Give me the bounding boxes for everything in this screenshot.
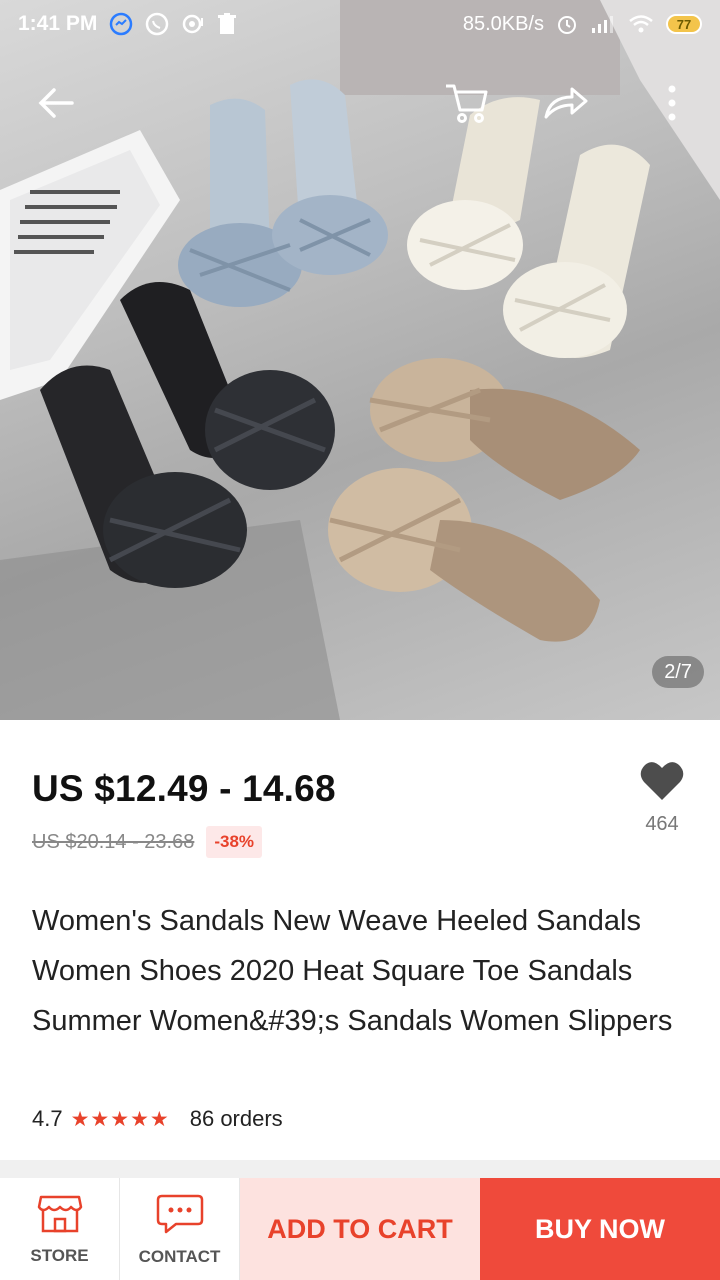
- trash-icon: [217, 12, 237, 36]
- section-divider: [0, 1160, 720, 1178]
- status-bar: 1:41 PM 85.0KB/s 77: [0, 0, 720, 48]
- product-image-gallery[interactable]: 1:41 PM 85.0KB/s 77 2/7: [0, 0, 720, 720]
- image-counter: 2/7: [652, 656, 704, 688]
- add-to-cart-button[interactable]: ADD TO CART: [240, 1178, 480, 1280]
- whatsapp-icon: [145, 12, 169, 36]
- rating-stars: ★★★★★: [70, 1107, 170, 1131]
- contact-button[interactable]: CONTACT: [120, 1178, 240, 1280]
- discount-badge: -38%: [206, 826, 263, 858]
- wishlist-count: 464: [645, 813, 679, 835]
- share-button[interactable]: [536, 70, 596, 140]
- product-price: US $12.49 - 14.68: [32, 768, 336, 809]
- original-price-row: US $20.14 - 23.68 -38%: [32, 826, 263, 858]
- bottom-action-bar: STORE CONTACT ADD TO CART BUY NOW: [0, 1178, 720, 1280]
- back-arrow-icon: [36, 86, 76, 125]
- more-options-button[interactable]: [642, 70, 702, 140]
- notification-icon: [181, 12, 205, 36]
- product-details: US $12.49 - 14.68 US $20.14 - 23.68 -38%…: [0, 720, 720, 1160]
- status-time: 1:41 PM: [18, 12, 98, 35]
- wishlist-button[interactable]: 464: [632, 760, 692, 836]
- signal-icon: [590, 14, 616, 34]
- rating-value: 4.7: [32, 1106, 63, 1131]
- orders-count: 86 orders: [189, 1106, 283, 1131]
- store-icon: [37, 1193, 83, 1238]
- network-speed: 85.0KB/s: [462, 12, 544, 35]
- back-button[interactable]: [26, 70, 86, 140]
- store-button[interactable]: STORE: [0, 1178, 120, 1280]
- heart-icon: [639, 762, 685, 806]
- original-price: US $20.14 - 23.68: [32, 830, 195, 853]
- rating-row[interactable]: 4.7 ★★★★★ 86 orders: [32, 1106, 283, 1132]
- chat-icon: [156, 1192, 204, 1239]
- buy-now-button[interactable]: BUY NOW: [480, 1178, 720, 1280]
- cart-button[interactable]: [436, 70, 496, 140]
- alarm-icon: [556, 13, 578, 35]
- contact-label: CONTACT: [138, 1246, 221, 1266]
- messenger-icon: [109, 12, 133, 36]
- product-title: Women's Sandals New Weave Heeled Sandals…: [32, 905, 673, 1037]
- image-top-nav: [0, 70, 720, 140]
- battery-indicator: 77: [666, 14, 702, 34]
- share-icon: [542, 83, 590, 128]
- cart-icon: [442, 80, 490, 131]
- more-vertical-icon: [667, 85, 677, 126]
- store-label: STORE: [30, 1245, 89, 1265]
- wifi-icon: [628, 14, 654, 34]
